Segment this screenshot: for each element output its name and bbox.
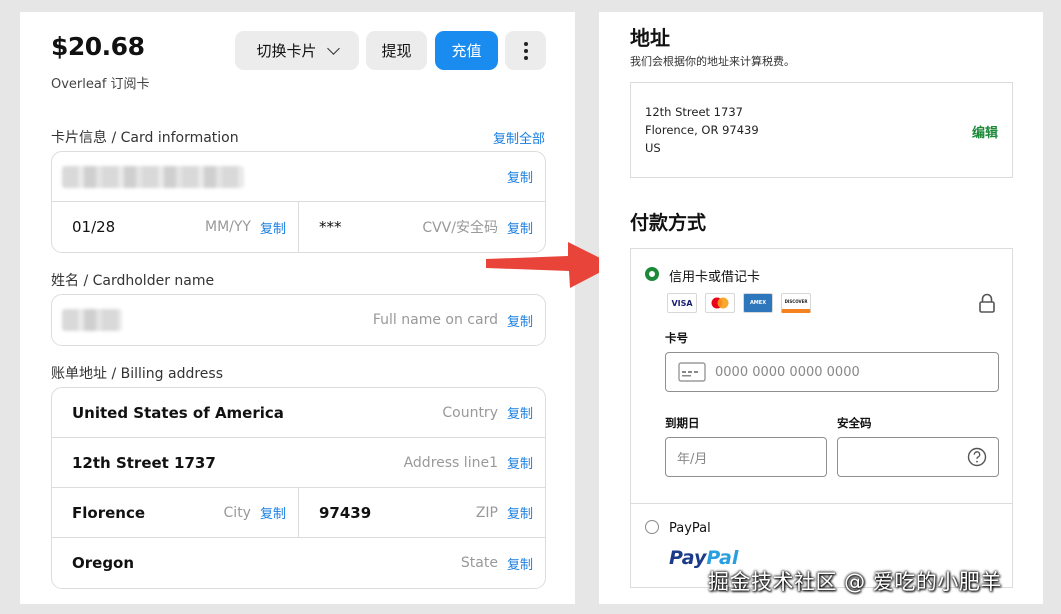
amex-logo-icon: AMEX: [743, 293, 773, 313]
card-brand-logos: VISA AMEX DISCOVER: [667, 293, 811, 313]
address-value: 12th Street 1737: [72, 453, 216, 472]
help-circle-icon[interactable]: [967, 447, 987, 467]
address-title: 地址: [630, 26, 670, 50]
card-number-input[interactable]: 0000 0000 0000 0000: [665, 352, 999, 392]
cardholder-box: Full name on card 复制: [51, 294, 546, 346]
copy-country-link[interactable]: 复制: [507, 403, 533, 422]
expiry-value: 01/28: [72, 218, 116, 236]
arrow-right-icon: [486, 242, 614, 288]
cardholder-label: 姓名 / Cardholder name: [51, 273, 215, 289]
expiry-hint: MM/YY: [205, 219, 251, 235]
paypal-logo-part-a: Pay: [669, 547, 707, 569]
copy-card-number-link[interactable]: 复制: [507, 167, 533, 186]
copy-cvv-link[interactable]: 复制: [507, 218, 533, 237]
copy-all-link[interactable]: 复制全部: [493, 128, 545, 147]
card-name: Overleaf 订阅卡: [51, 77, 150, 92]
billing-box: United States of America Country 复制 12th…: [51, 387, 546, 589]
paypal-method-radio[interactable]: [645, 520, 659, 534]
state-value: Oregon: [72, 554, 135, 572]
country-value: United States of America: [72, 403, 284, 422]
card-method-label[interactable]: 信用卡或借记卡: [669, 266, 760, 285]
cvv-hint: CVV/安全码: [422, 220, 498, 236]
city-cell: Florence City 复制: [52, 488, 298, 537]
discover-logo-icon: DISCOVER: [781, 293, 811, 313]
visa-logo-icon: VISA: [667, 293, 697, 313]
cardholder-hint: Full name on card: [372, 312, 498, 328]
expiry-cvv-row: 01/28 MM/YY 复制 *** CVV/安全码 复制: [52, 202, 545, 252]
cvv-value: ***: [319, 218, 342, 236]
copy-city-link[interactable]: 复制: [260, 503, 286, 522]
card-method-radio[interactable]: [645, 267, 659, 281]
state-cell: Oregon State 复制: [52, 538, 545, 588]
address-subtitle: 我们会根据你的地址来计算税费。: [630, 55, 795, 68]
card-info-label: 卡片信息 / Card information: [51, 130, 239, 146]
expiry-input[interactable]: 年/月: [665, 437, 827, 477]
state-hint: State: [460, 555, 498, 571]
chevron-down-icon: [326, 42, 340, 55]
card-number-cell: 复制: [52, 152, 545, 201]
address-line-3: US: [645, 141, 661, 155]
expiry-cell: 01/28 MM/YY 复制: [52, 202, 298, 252]
city-zip-row: Florence City 复制 97439 ZIP 复制: [52, 488, 545, 538]
checkout-panel: 地址 我们会根据你的地址来计算税费。 12th Street 1737 Flor…: [599, 12, 1043, 604]
lock-icon: [979, 293, 995, 313]
zip-cell: 97439 ZIP 复制: [298, 488, 545, 537]
method-divider: [631, 503, 1012, 504]
redacted-card-number: [62, 165, 244, 188]
credit-card-icon: [678, 362, 706, 382]
card-balance: $20.68: [51, 32, 145, 61]
payment-methods-box: 信用卡或借记卡 VISA AMEX DISCOVER 卡号 0000 0000 …: [630, 248, 1013, 588]
expiry-label: 到期日: [665, 416, 700, 430]
copy-cardholder-link[interactable]: 复制: [507, 311, 533, 330]
more-vertical-icon: [523, 41, 528, 60]
copy-zip-link[interactable]: 复制: [507, 503, 533, 522]
address-row: 12th Street 1737 Address line1 复制: [52, 438, 545, 488]
country-row: United States of America Country 复制: [52, 388, 545, 438]
more-options-button[interactable]: [505, 31, 546, 70]
paypal-method-label[interactable]: PayPal: [669, 521, 711, 536]
watermark-text: 掘金技术社区 @ 爱吃的小肥羊: [708, 570, 1002, 594]
cardholder-row: Full name on card 复制: [52, 295, 545, 345]
cvc-input[interactable]: [837, 437, 999, 477]
virtual-card-panel: $20.68 Overleaf 订阅卡 切换卡片 提现 充值 卡片信息 / Ca…: [20, 12, 575, 604]
mastercard-logo-icon: [705, 293, 735, 313]
city-value: Florence: [72, 503, 146, 522]
country-hint: Country: [442, 404, 498, 421]
address-cell: 12th Street 1737 Address line1 复制: [52, 438, 545, 487]
cardholder-cell: Full name on card 复制: [52, 295, 545, 345]
switch-card-button[interactable]: 切换卡片: [235, 31, 359, 70]
zip-value: 97439: [319, 503, 372, 522]
redacted-cardholder-name: [62, 309, 122, 331]
card-info-box: 复制 01/28 MM/YY 复制 *** CVV/安全码 复制: [51, 151, 546, 253]
edit-address-link[interactable]: 编辑: [972, 122, 998, 141]
expiry-placeholder: 年/月: [677, 451, 708, 467]
address-line-1: 12th Street 1737: [645, 105, 743, 119]
copy-address-link[interactable]: 复制: [507, 453, 533, 472]
cvc-label: 安全码: [837, 416, 872, 430]
withdraw-button[interactable]: 提现: [366, 31, 427, 70]
address-card: 12th Street 1737 Florence, OR 97439 US 编…: [630, 82, 1013, 178]
address-hint: Address line1: [403, 454, 498, 471]
state-row: Oregon State 复制: [52, 538, 545, 588]
city-hint: City: [223, 504, 251, 521]
copy-expiry-link[interactable]: 复制: [260, 218, 286, 237]
card-number-label: 卡号: [665, 331, 688, 345]
switch-card-label: 切换卡片: [256, 42, 317, 60]
card-number-row: 复制: [52, 152, 545, 202]
zip-hint: ZIP: [475, 504, 498, 521]
address-line-2: Florence, OR 97439: [645, 123, 759, 137]
billing-label: 账单地址 / Billing address: [51, 366, 223, 382]
country-cell: United States of America Country 复制: [52, 388, 545, 437]
payment-title: 付款方式: [630, 212, 707, 234]
topup-button[interactable]: 充值: [435, 31, 498, 70]
card-number-placeholder: 0000 0000 0000 0000: [715, 364, 860, 380]
copy-state-link[interactable]: 复制: [507, 554, 533, 573]
